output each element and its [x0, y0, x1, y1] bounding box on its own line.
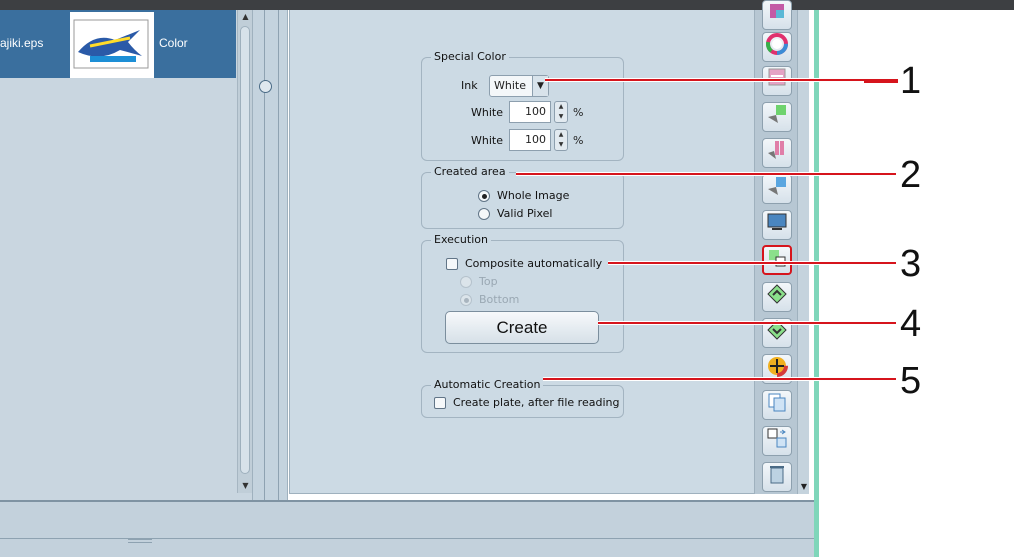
- callout-number-2: 2: [900, 154, 922, 196]
- callout-line-1: [545, 78, 865, 82]
- status-area: [0, 500, 814, 557]
- resize-grip-icon[interactable]: [128, 539, 152, 543]
- bottom-label: Bottom: [479, 293, 520, 306]
- callout-line-4: [598, 321, 896, 325]
- scroll-down-icon[interactable]: ▼: [798, 480, 810, 494]
- trash-icon[interactable]: [762, 462, 792, 492]
- composite-automatically-checkbox[interactable]: [446, 258, 458, 270]
- create-button[interactable]: Create: [445, 311, 599, 344]
- scroll-down-icon[interactable]: ▼: [238, 479, 253, 493]
- splitter-line: [278, 10, 279, 500]
- top-label: Top: [479, 275, 498, 288]
- composite-automatically-label[interactable]: Composite automatically: [465, 257, 602, 270]
- window-edge: [814, 10, 819, 557]
- color-wheel-q-icon[interactable]: [762, 32, 792, 62]
- file-list-row[interactable]: ajiki.eps Color: [0, 10, 236, 78]
- window-title-bar: [0, 0, 1014, 10]
- callout-number-1: 1: [900, 60, 922, 102]
- swap-icon[interactable]: [762, 426, 792, 456]
- automatic-creation-legend: Automatic Creation: [431, 378, 544, 391]
- printer-pink-icon[interactable]: [762, 138, 792, 168]
- file-list-panel: ajiki.eps Color ▲ ▼: [0, 10, 255, 500]
- white-value-input-1[interactable]: 100: [509, 101, 551, 123]
- divider: [0, 538, 814, 539]
- ink-label: Ink: [461, 79, 478, 92]
- automatic-creation-group: Automatic Creation Create plate, after f…: [421, 378, 624, 418]
- special-plate-panel: Special Color Ink White ▼ White 100 ▲ ▼ %…: [289, 10, 754, 494]
- file-list-scrollbar[interactable]: ▲ ▼: [237, 10, 252, 493]
- percent-unit-1: %: [573, 106, 584, 119]
- callout-number-5: 5: [900, 360, 922, 402]
- printer-green-icon[interactable]: [762, 102, 792, 132]
- percent-unit-2: %: [573, 134, 584, 147]
- marlin-image-icon: [73, 19, 149, 69]
- panel-splitter[interactable]: [252, 10, 288, 500]
- printer-blue-icon[interactable]: [762, 174, 792, 204]
- file-color-mode: Color: [159, 36, 188, 50]
- white-label-2: White: [471, 134, 503, 147]
- ink-select[interactable]: White ▼: [489, 75, 549, 97]
- created-area-legend: Created area: [431, 165, 509, 178]
- white-value-spinner-1[interactable]: ▲ ▼: [554, 101, 568, 123]
- special-color-legend: Special Color: [431, 50, 509, 63]
- callout-line-5: [543, 377, 896, 381]
- white-value-input-2[interactable]: 100: [509, 129, 551, 151]
- whole-image-label[interactable]: Whole Image: [497, 189, 569, 202]
- white-value-spinner-2[interactable]: ▲ ▼: [554, 129, 568, 151]
- special-color-group: Special Color Ink White ▼ White 100 ▲ ▼ %…: [421, 50, 624, 161]
- copy-icon[interactable]: [762, 390, 792, 420]
- top-radio[interactable]: [460, 276, 472, 288]
- create-plate-after-reading-checkbox[interactable]: [434, 397, 446, 409]
- ink-select-value: White: [494, 79, 526, 92]
- created-area-group: Created area Whole Image Valid Pixel: [421, 165, 624, 229]
- plate-icon[interactable]: [762, 0, 792, 30]
- callout-number-3: 3: [900, 243, 922, 285]
- create-plate-icon[interactable]: [762, 245, 792, 275]
- plate-up-icon[interactable]: [762, 282, 792, 312]
- white-label-1: White: [471, 106, 503, 119]
- bottom-radio[interactable]: [460, 294, 472, 306]
- tool-palette-scrollbar[interactable]: ▼: [797, 10, 809, 494]
- file-name: ajiki.eps: [0, 36, 44, 50]
- callout-line-1-end: [864, 79, 898, 83]
- splitter-knob-icon[interactable]: [259, 80, 272, 93]
- callout-line-2: [516, 172, 896, 176]
- scroll-up-icon[interactable]: ▲: [238, 10, 253, 24]
- tool-palette: ▼: [754, 0, 809, 494]
- whole-image-radio[interactable]: [478, 190, 490, 202]
- monitor-icon[interactable]: [762, 210, 792, 240]
- file-thumbnail: [70, 12, 154, 78]
- callout-line-3: [608, 261, 896, 265]
- callout-number-4: 4: [900, 303, 922, 345]
- scroll-thumb[interactable]: [240, 26, 250, 474]
- valid-pixel-radio[interactable]: [478, 208, 490, 220]
- create-plate-after-reading-label[interactable]: Create plate, after file reading: [453, 396, 619, 409]
- valid-pixel-label[interactable]: Valid Pixel: [497, 207, 552, 220]
- execution-legend: Execution: [431, 233, 491, 246]
